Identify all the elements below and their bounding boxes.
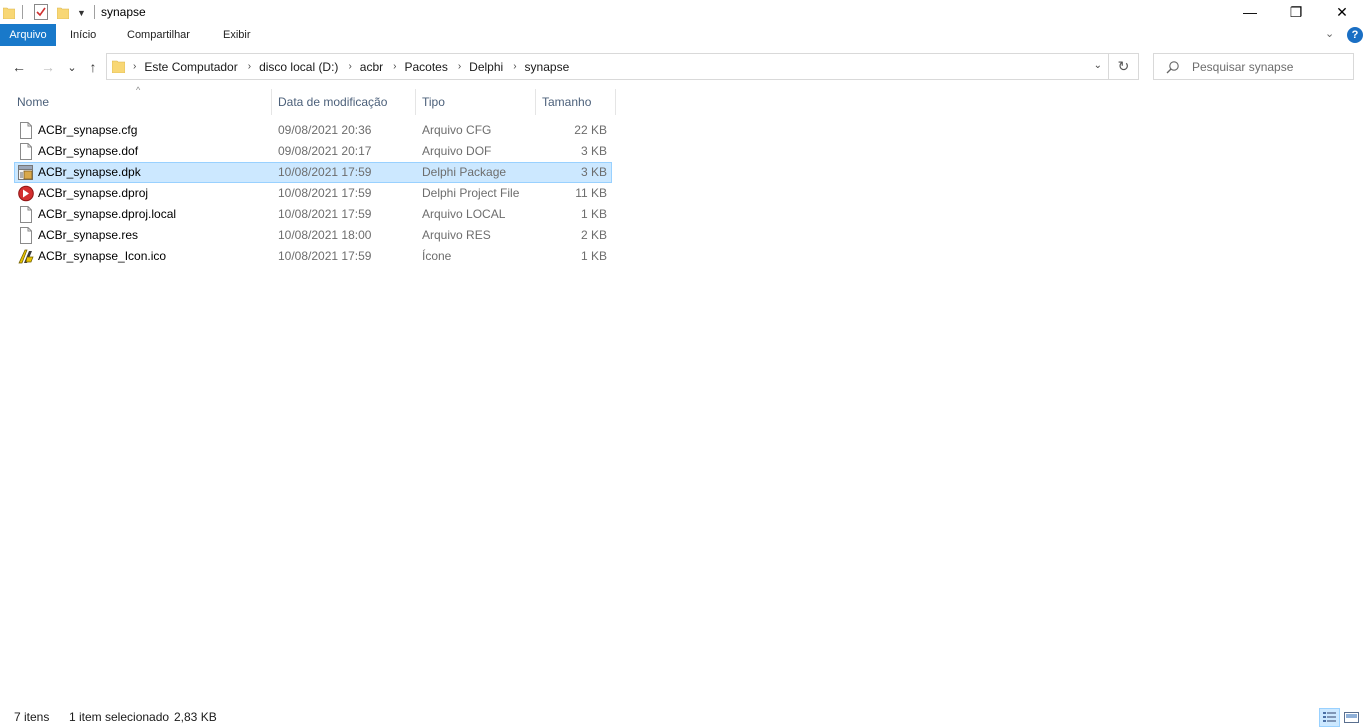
window-title: synapse (101, 5, 146, 19)
address-dropdown-icon[interactable]: ⌄ (1094, 60, 1102, 71)
file-size: 3 KB (580, 144, 607, 158)
new-folder-icon[interactable] (57, 6, 69, 19)
blank-file-icon (20, 206, 32, 223)
chevron-right-icon[interactable]: › (393, 61, 396, 72)
folder-icon (112, 60, 125, 73)
chevron-right-icon[interactable]: › (458, 61, 461, 72)
blank-file-icon (20, 227, 32, 244)
file-type: Ícone (422, 249, 452, 263)
selection-status: 1 item selecionado (69, 710, 170, 724)
address-bar[interactable]: › Este Computador › disco local (D:) › a… (106, 53, 1109, 80)
file-row[interactable]: ACBr_synapse.dof 09/08/2021 20:17 Arquiv… (14, 141, 612, 162)
quick-access-customize-icon[interactable]: ▼ (77, 8, 86, 18)
refresh-button[interactable]: ↻ (1109, 53, 1139, 80)
file-size: 2 KB (580, 228, 607, 242)
file-size: 11 KB (575, 186, 607, 200)
file-row[interactable]: ACBr_synapse.res 10/08/2021 18:00 Arquiv… (14, 225, 612, 246)
delphi-project-icon (18, 185, 34, 202)
file-date: 09/08/2021 20:36 (278, 123, 372, 137)
file-date: 10/08/2021 17:59 (278, 165, 372, 179)
tab-arquivo[interactable]: Arquivo (0, 24, 56, 46)
breadcrumb-disco-local[interactable]: disco local (D:) (259, 60, 338, 74)
ico-image-icon (18, 249, 34, 264)
file-row[interactable]: ACBr_synapse.dproj.local 10/08/2021 17:5… (14, 204, 612, 225)
file-type: Arquivo RES (422, 228, 491, 242)
breadcrumb-pacotes[interactable]: Pacotes (404, 60, 447, 74)
help-icon[interactable]: ? (1347, 27, 1363, 43)
recent-locations-button[interactable]: ⌄ (62, 57, 82, 77)
file-date: 10/08/2021 17:59 (278, 186, 372, 200)
search-input[interactable] (1192, 58, 1347, 76)
folder-icon[interactable] (3, 6, 15, 19)
column-header-date[interactable]: Data de modificação (272, 89, 415, 115)
minimize-button[interactable]: — (1227, 0, 1273, 24)
breadcrumb-delphi[interactable]: Delphi (469, 60, 503, 74)
breadcrumb: › Este Computador › disco local (D:) › a… (131, 54, 577, 79)
toolbar-separator (22, 5, 23, 19)
status-bar: 7 itens 1 item selecionado 2,83 KB (0, 706, 1366, 728)
large-icons-view-icon (1344, 712, 1359, 723)
file-row[interactable]: ACBr_synapse_Icon.ico 10/08/2021 17:59 Í… (14, 246, 612, 267)
file-size: 1 KB (580, 207, 607, 221)
file-date: 10/08/2021 17:59 (278, 207, 372, 221)
file-type: Delphi Package (422, 165, 507, 179)
file-date: 10/08/2021 17:59 (278, 249, 372, 263)
file-size: 1 KB (580, 249, 607, 263)
selection-size: 2,83 KB (174, 710, 217, 724)
details-view-button[interactable] (1319, 708, 1340, 727)
breadcrumb-synapse[interactable]: synapse (525, 60, 570, 74)
blank-file-icon (20, 122, 32, 139)
title-bar: ▼ synapse — ❐ ✕ (0, 0, 1366, 24)
column-header-type[interactable]: Tipo (416, 89, 535, 115)
tab-exibir[interactable]: Exibir (215, 24, 259, 46)
file-name: ACBr_synapse_Icon.ico (38, 249, 167, 263)
file-size: 22 KB (574, 123, 607, 137)
close-button[interactable]: ✕ (1319, 0, 1365, 24)
details-view-icon (1323, 712, 1336, 722)
file-name: ACBr_synapse.res (38, 228, 139, 242)
file-row[interactable]: ACBr_synapse.dproj 10/08/2021 17:59 Delp… (14, 183, 612, 204)
file-row[interactable]: ACBr_synapse.cfg 09/08/2021 20:36 Arquiv… (14, 120, 612, 141)
chevron-right-icon[interactable]: › (348, 61, 351, 72)
column-header-name[interactable]: Nome (11, 89, 271, 115)
file-name: ACBr_synapse.dof (38, 144, 139, 158)
file-row-selected[interactable]: ACBr_synapse.dpk 10/08/2021 17:59 Delphi… (14, 162, 612, 183)
file-name: ACBr_synapse.dproj.local (38, 207, 177, 221)
tab-compartilhar[interactable]: Compartilhar (119, 24, 198, 46)
navigation-bar: ← → ⌄ ↑ › Este Computador › disco local … (0, 46, 1366, 88)
file-name: ACBr_synapse.dproj (38, 186, 149, 200)
breadcrumb-este-computador[interactable]: Este Computador (144, 60, 237, 74)
delphi-package-icon (18, 165, 33, 180)
file-type: Arquivo LOCAL (422, 207, 506, 221)
file-type: Arquivo DOF (422, 144, 492, 158)
file-type: Arquivo CFG (422, 123, 492, 137)
forward-button[interactable]: → (38, 57, 58, 77)
column-divider[interactable] (615, 89, 616, 115)
breadcrumb-acbr[interactable]: acbr (360, 60, 383, 74)
back-button[interactable]: ← (9, 57, 29, 77)
chevron-right-icon[interactable]: › (513, 61, 516, 72)
file-date: 09/08/2021 20:17 (278, 144, 372, 158)
ribbon-tabs: Arquivo Início Compartilhar Exibir ⌄ ? (0, 24, 1366, 46)
maximize-button[interactable]: ❐ (1273, 0, 1319, 24)
tab-inicio[interactable]: Início (62, 24, 104, 46)
file-date: 10/08/2021 18:00 (278, 228, 372, 242)
large-icons-view-button[interactable] (1341, 708, 1362, 727)
file-size: 3 KB (580, 165, 607, 179)
file-name: ACBr_synapse.cfg (38, 123, 138, 137)
item-count: 7 itens (14, 710, 50, 724)
blank-file-icon (20, 143, 32, 160)
chevron-right-icon[interactable]: › (248, 61, 251, 72)
search-box[interactable] (1153, 53, 1354, 80)
up-button[interactable]: ↑ (83, 57, 103, 77)
chevron-right-icon[interactable]: › (133, 61, 136, 72)
file-name: ACBr_synapse.dpk (38, 165, 141, 179)
properties-icon[interactable] (34, 4, 48, 20)
search-icon (1166, 61, 1179, 74)
toolbar-separator (94, 5, 95, 19)
column-header-size[interactable]: Tamanho (536, 89, 615, 115)
ribbon-expand-icon[interactable]: ⌄ (1325, 27, 1334, 40)
file-type: Delphi Project File (422, 186, 520, 200)
